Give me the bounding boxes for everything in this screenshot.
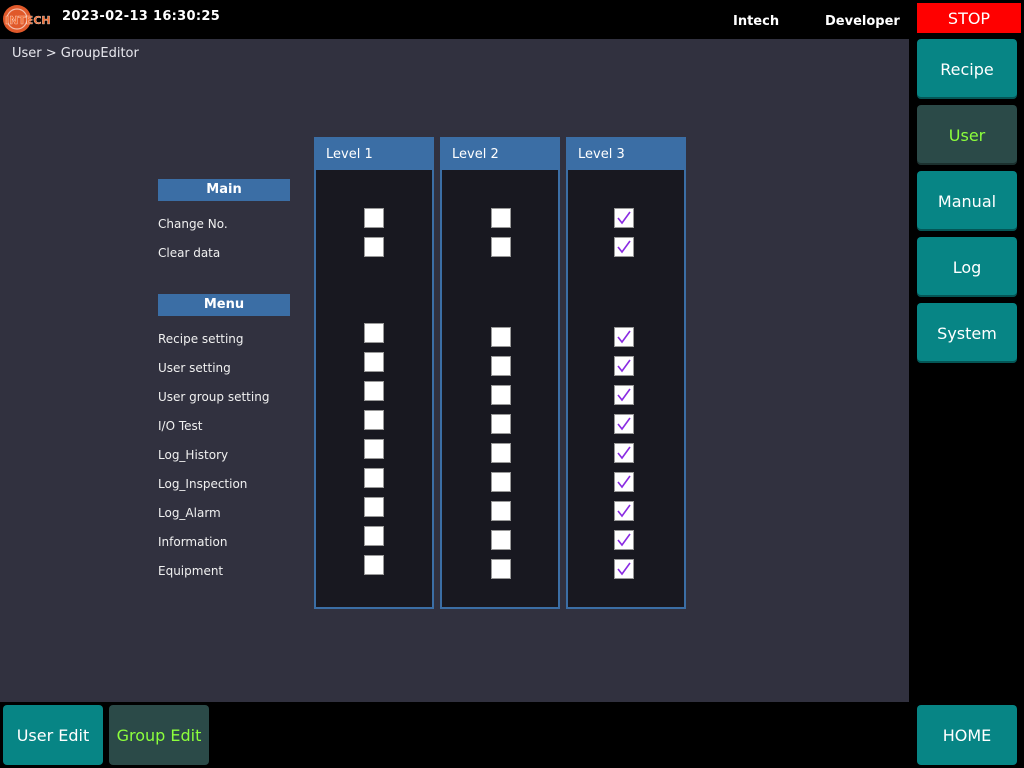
checkbox-menu-1-level-3[interactable] [614,356,634,376]
menu-row-label: User setting [158,361,231,375]
home-button[interactable]: HOME [917,705,1017,765]
checkbox-menu-4-level-2[interactable] [491,443,511,463]
checkbox-menu-2-level-2[interactable] [491,385,511,405]
top-bar: INTECH 2023-02-13 16:30:25 Intech Develo… [0,0,1024,38]
checkbox-menu-5-level-1[interactable] [364,468,384,488]
menu-row-label: I/O Test [158,419,203,433]
section-main-header: Main [158,179,290,201]
checkbox-menu-6-level-3[interactable] [614,501,634,521]
menu-row-label: User group setting [158,390,270,404]
breadcrumb: User > GroupEditor [12,46,139,61]
company-name: Intech [733,14,780,29]
checkmark-icon [617,562,631,576]
checkmark-icon [617,475,631,489]
checkbox-menu-2-level-3[interactable] [614,385,634,405]
menu-row-label: Log_Alarm [158,506,221,520]
checkbox-menu-7-level-3[interactable] [614,530,634,550]
checkmark-icon [617,504,631,518]
stop-button[interactable]: STOP [917,3,1021,33]
checkbox-menu-7-level-1[interactable] [364,526,384,546]
checkbox-menu-6-level-2[interactable] [491,501,511,521]
main-panel: User > GroupEditor Level 1 Level 2 Level… [0,39,909,702]
level-1-header: Level 1 [316,139,432,170]
checkbox-menu-6-level-1[interactable] [364,497,384,517]
checkbox-menu-0-level-1[interactable] [364,323,384,343]
checkbox-menu-2-level-1[interactable] [364,381,384,401]
sidebar-user-button[interactable]: User [917,105,1017,165]
checkbox-menu-0-level-3[interactable] [614,327,634,347]
checkbox-main-1-level-1[interactable] [364,237,384,257]
checkbox-menu-5-level-2[interactable] [491,472,511,492]
current-user: Developer [825,14,900,29]
group-edit-button[interactable]: Group Edit [109,705,209,765]
checkmark-icon [617,330,631,344]
checkmark-icon [617,388,631,402]
main-row-label: Change No. [158,217,228,231]
level-2-header: Level 2 [442,139,558,170]
user-edit-button[interactable]: User Edit [3,705,103,765]
checkbox-main-1-level-2[interactable] [491,237,511,257]
checkbox-main-0-level-3[interactable] [614,208,634,228]
section-menu-header: Menu [158,294,290,316]
svg-text:INTECH: INTECH [5,14,51,27]
checkbox-menu-8-level-1[interactable] [364,555,384,575]
checkmark-icon [617,359,631,373]
checkmark-icon [617,446,631,460]
main-row-label: Clear data [158,246,221,260]
checkbox-menu-3-level-2[interactable] [491,414,511,434]
checkbox-main-1-level-3[interactable] [614,237,634,257]
checkbox-menu-1-level-2[interactable] [491,356,511,376]
checkbox-menu-4-level-1[interactable] [364,439,384,459]
checkbox-menu-8-level-3[interactable] [614,559,634,579]
checkbox-menu-8-level-2[interactable] [491,559,511,579]
checkbox-menu-3-level-1[interactable] [364,410,384,430]
checkbox-menu-4-level-3[interactable] [614,443,634,463]
sidebar-system-button[interactable]: System [917,303,1017,363]
sidebar-manual-button[interactable]: Manual [917,171,1017,231]
checkmark-icon [617,240,631,254]
menu-row-label: Equipment [158,564,224,578]
intech-logo-icon: INTECH [2,3,58,35]
checkmark-icon [617,211,631,225]
checkmark-icon [617,417,631,431]
datetime-display: 2023-02-13 16:30:25 [62,9,221,24]
level-3-header: Level 3 [568,139,684,170]
checkbox-menu-5-level-3[interactable] [614,472,634,492]
checkbox-menu-1-level-1[interactable] [364,352,384,372]
checkmark-icon [617,533,631,547]
checkbox-menu-3-level-3[interactable] [614,414,634,434]
menu-row-label: Information [158,535,228,549]
sidebar-recipe-button[interactable]: Recipe [917,39,1017,99]
sidebar-log-button[interactable]: Log [917,237,1017,297]
checkbox-main-0-level-2[interactable] [491,208,511,228]
checkbox-menu-7-level-2[interactable] [491,530,511,550]
checkbox-menu-0-level-2[interactable] [491,327,511,347]
menu-row-label: Log_History [158,448,229,462]
checkbox-main-0-level-1[interactable] [364,208,384,228]
menu-row-label: Log_Inspection [158,477,248,491]
menu-row-label: Recipe setting [158,332,244,346]
